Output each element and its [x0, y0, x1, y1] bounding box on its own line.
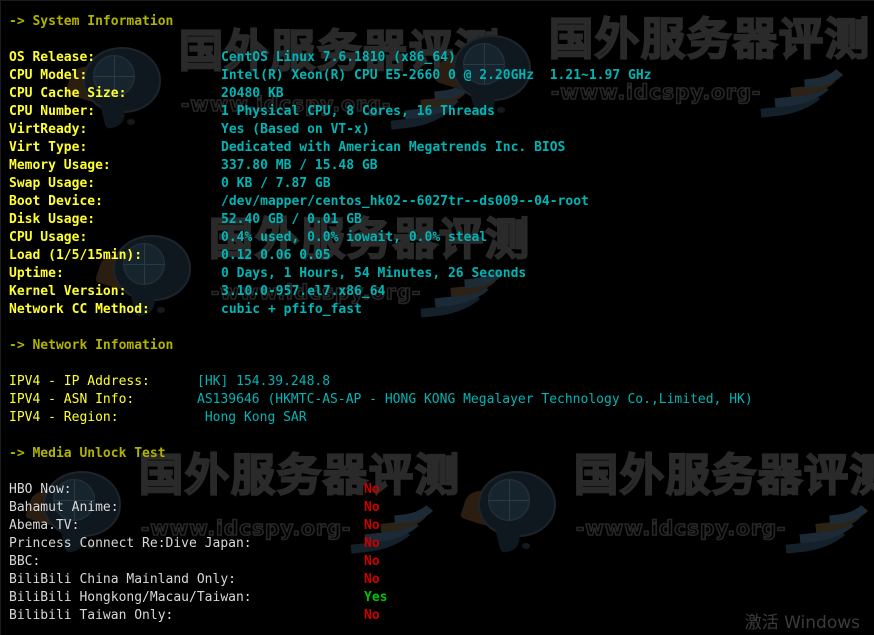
info-row-label: Bilibili Taiwan Only: — [9, 608, 174, 623]
info-row-label: BiliBili Hongkong/Macau/Taiwan: — [9, 590, 252, 605]
info-row: CPU Cache Size: 20480 KB — [9, 85, 874, 103]
info-row-label: CPU Model: — [9, 68, 88, 83]
info-row-label: Network CC Method: — [9, 302, 150, 317]
info-row-value: Intel(R) Xeon(R) CPU E5-2660 0 @ 2.20GHz… — [221, 68, 652, 83]
info-row-label: BBC: — [9, 554, 41, 569]
info-row: BBC: No — [9, 553, 874, 571]
info-row-value: 0 KB / 7.87 GB — [221, 176, 331, 191]
info-row-value: AS139646 (HKMTC-AS-AP - HONG KONG Megala… — [197, 392, 753, 407]
info-row: IPV4 - IP Address: [HK] 154.39.248.8 — [9, 373, 874, 391]
info-row-label: Disk Usage: — [9, 212, 96, 227]
info-row: CPU Model: Intel(R) Xeon(R) CPU E5-2660 0… — [9, 67, 874, 85]
info-row-label: Abema.TV: — [9, 518, 80, 533]
info-row: IPV4 - ASN Info: AS139646 (HKMTC-AS-AP - … — [9, 391, 874, 409]
info-row-label: IPV4 - IP Address: — [9, 374, 150, 389]
info-row-value: 337.80 MB / 15.48 GB — [221, 158, 378, 173]
info-row: Bahamut Anime: No — [9, 499, 874, 517]
info-row-value: 0 Days, 1 Hours, 54 Minutes, 26 Seconds — [221, 266, 527, 281]
media-unlock-status: Yes — [364, 590, 388, 605]
info-row: BiliBili Hongkong/Macau/Taiwan: Yes — [9, 589, 874, 607]
media-unlock-status: No — [364, 536, 380, 551]
info-row-label: Virt Type: — [9, 140, 88, 155]
info-row-value: 0.12 0.06 0.05 — [221, 248, 331, 263]
info-row-value: 3.10.0-957.el7.x86_64 — [221, 284, 386, 299]
info-row: IPV4 - Region: Hong Kong SAR — [9, 409, 874, 427]
info-row: Boot Device: /dev/mapper/centos_hk02--602… — [9, 193, 874, 211]
media-unlock-status: No — [364, 500, 380, 515]
info-row-label: IPV4 - ASN Info: — [9, 392, 135, 407]
media-unlock-status: No — [364, 518, 380, 533]
system-info-list: OS Release: CentOS Linux 7.6.1810 (x86_64… — [9, 49, 874, 319]
info-row: Kernel Version: 3.10.0-957.el7.x86_64 — [9, 283, 874, 301]
info-row-label: IPV4 - Region: — [9, 410, 119, 425]
info-row-label: CPU Usage: — [9, 230, 88, 245]
info-row: Memory Usage: 337.80 MB / 15.48 GB — [9, 157, 874, 175]
info-row-value: 52.40 GB / 0.01 GB — [221, 212, 362, 227]
info-row: Disk Usage: 52.40 GB / 0.01 GB — [9, 211, 874, 229]
info-row: Princess Connect Re:Dive Japan: No — [9, 535, 874, 553]
info-row-label: CPU Number: — [9, 104, 96, 119]
section-title-system: -> System Information — [9, 14, 174, 29]
info-row-label: OS Release: — [9, 50, 96, 65]
info-row: Swap Usage: 0 KB / 7.87 GB — [9, 175, 874, 193]
info-row-label: Swap Usage: — [9, 176, 96, 191]
info-row-label: Kernel Version: — [9, 284, 127, 299]
info-row: Network CC Method: cubic + pfifo_fast — [9, 301, 874, 319]
info-row-label: Bahamut Anime: — [9, 500, 119, 515]
media-unlock-status: No — [364, 608, 380, 623]
terminal-output: -> System Information OS Release: CentOS … — [1, 1, 874, 625]
info-row: CPU Usage: 0.4% used, 0.0% iowait, 0.0% s… — [9, 229, 874, 247]
terminal-window: 国外服务器评测 -www.idcspy.org- 国外服务器评测 -www.id… — [0, 0, 874, 635]
section-title-media: -> Media Unlock Test — [9, 446, 166, 461]
info-row: VirtReady: Yes (Based on VT-x) — [9, 121, 874, 139]
section-title-network: -> Network Infomation — [9, 338, 174, 353]
info-row: Load (1/5/15min): 0.12 0.06 0.05 — [9, 247, 874, 265]
info-row-value: Dedicated with American Megatrends Inc. … — [221, 140, 566, 155]
network-info-list: IPV4 - IP Address: [HK] 154.39.248.8 IPV4 … — [9, 373, 874, 427]
media-unlock-status: No — [364, 572, 380, 587]
info-row: HBO Now: No — [9, 481, 874, 499]
info-row-value: Yes (Based on VT-x) — [221, 122, 370, 137]
info-row-label: HBO Now: — [9, 482, 72, 497]
info-row-label: CPU Cache Size: — [9, 86, 127, 101]
info-row-value: CentOS Linux 7.6.1810 (x86_64) — [221, 50, 456, 65]
info-row: OS Release: CentOS Linux 7.6.1810 (x86_64… — [9, 49, 874, 67]
info-row-value: [HK] 154.39.248.8 — [197, 374, 331, 389]
info-row-label: Load (1/5/15min): — [9, 248, 143, 263]
info-row-value: /dev/mapper/centos_hk02--6027tr--ds009--… — [221, 194, 589, 209]
info-row-label: BiliBili China Mainland Only: — [9, 572, 236, 587]
info-row-label: VirtReady: — [9, 122, 88, 137]
info-row-value: cubic + pfifo_fast — [221, 302, 362, 317]
info-row: BiliBili China Mainland Only: No — [9, 571, 874, 589]
info-row: CPU Number: 1 Physical CPU, 8 Cores, 16 T… — [9, 103, 874, 121]
media-unlock-status: No — [364, 482, 380, 497]
info-row: Bilibili Taiwan Only: No — [9, 607, 874, 625]
info-row-label: Uptime: — [9, 266, 64, 281]
info-row: Virt Type: Dedicated with American Megatr… — [9, 139, 874, 157]
info-row: Uptime: 0 Days, 1 Hours, 54 Minutes, 26 S… — [9, 265, 874, 283]
info-row-label: Memory Usage: — [9, 158, 111, 173]
media-unlock-status: No — [364, 554, 380, 569]
info-row-value: 0.4% used, 0.0% iowait, 0.0% steal — [221, 230, 488, 245]
info-row-value: 20480 KB — [221, 86, 284, 101]
info-row: Abema.TV: No — [9, 517, 874, 535]
info-row-value: 1 Physical CPU, 8 Cores, 16 Threads — [221, 104, 495, 119]
info-row-label: Princess Connect Re:Dive Japan: — [9, 536, 252, 551]
info-row-label: Boot Device: — [9, 194, 103, 209]
media-unlock-list: HBO Now: No Bahamut Anime: No Abema.TV: No Pri… — [9, 481, 874, 625]
info-row-value: Hong Kong SAR — [197, 410, 307, 425]
